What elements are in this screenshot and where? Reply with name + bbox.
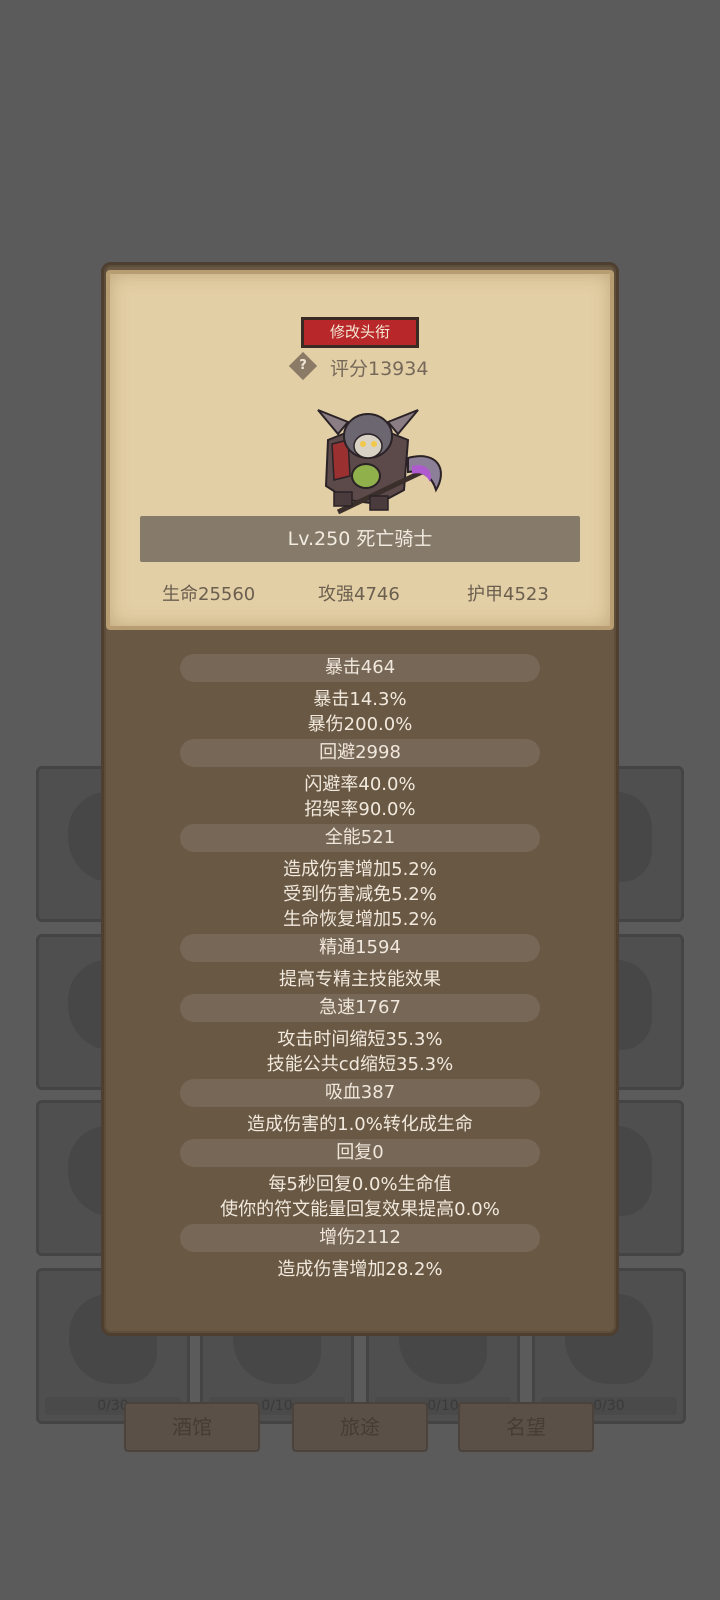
dodge-line: 闪避率40.0%: [304, 774, 416, 795]
journey-button[interactable]: 旅途: [292, 1402, 428, 1452]
mastery-line: 提高专精主技能效果: [279, 969, 441, 990]
regen-line: 每5秒回复0.0%生命值: [268, 1174, 452, 1195]
tavern-button[interactable]: 酒馆: [124, 1402, 260, 1452]
haste-line: 技能公共cd缩短35.3%: [266, 1054, 454, 1075]
versatility-line: 造成伤害增加5.2%: [283, 859, 437, 880]
mastery-header: 精通1594: [180, 934, 540, 962]
damage-bonus-header: 增伤2112: [180, 1224, 540, 1252]
edit-title-button[interactable]: 修改头衔: [301, 317, 419, 348]
armor-stat: 护甲4523: [467, 584, 549, 605]
dodge-line: 招架率90.0%: [304, 799, 416, 820]
crit-line: 暴伤200.0%: [307, 714, 413, 735]
dodge-header: 回避2998: [180, 739, 540, 767]
attack-stat: 攻强4746: [318, 584, 400, 605]
crit-line: 暴击14.3%: [313, 689, 407, 710]
hero-portrait: [317, 409, 442, 515]
hp-stat: 生命25560: [162, 584, 256, 605]
versatility-line: 生命恢复增加5.2%: [283, 909, 437, 930]
versatility-header: 全能521: [180, 824, 540, 852]
hero-level-name: Lv.250 死亡骑士: [140, 516, 580, 562]
help-icon[interactable]: ?: [288, 351, 318, 381]
haste-header: 急速1767: [180, 994, 540, 1022]
haste-line: 攻击时间缩短35.3%: [277, 1029, 443, 1050]
score-label: 评分13934: [330, 358, 429, 380]
leech-line: 造成伤害的1.0%转化成生命: [247, 1114, 473, 1135]
regen-line: 使你的符文能量回复效果提高0.0%: [220, 1199, 500, 1220]
fame-button[interactable]: 名望: [458, 1402, 594, 1452]
help-icon-glyph: ?: [299, 358, 307, 373]
damage-bonus-line: 造成伤害增加28.2%: [277, 1259, 443, 1280]
regen-header: 回复0: [180, 1139, 540, 1167]
leech-header: 吸血387: [180, 1079, 540, 1107]
versatility-line: 受到伤害减免5.2%: [283, 884, 437, 905]
crit-header: 暴击464: [180, 654, 540, 682]
